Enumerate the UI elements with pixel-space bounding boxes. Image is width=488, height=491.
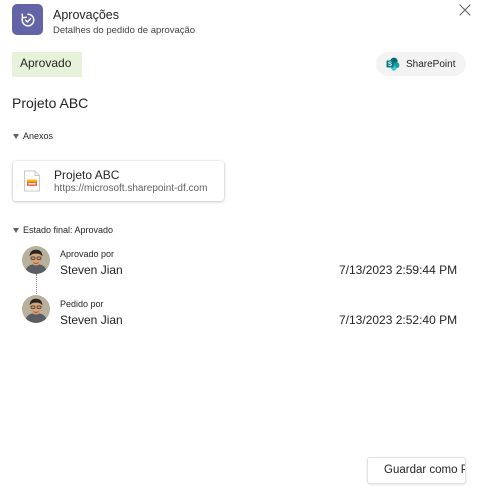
save-as-pdf-button[interactable]: Guardar como PDF <box>367 457 466 484</box>
svg-text:S: S <box>388 62 392 68</box>
attachments-section-toggle[interactable]: Anexos <box>13 131 53 141</box>
app-subtitle: Detalhes do pedido de aprovação <box>53 25 196 36</box>
final-state-section-toggle[interactable]: Estado final: Aprovado <box>13 225 113 235</box>
app-title: Aprovações <box>53 8 120 22</box>
step-requested-label: Pedido por <box>60 299 104 309</box>
step-approved-time: 7/13/2023 2:59:44 PM <box>339 263 458 277</box>
final-state-header: Estado final: Aprovado <box>23 225 114 235</box>
avatar <box>22 295 50 323</box>
step-requested-name: Steven Jian <box>60 313 123 327</box>
approvals-app-icon <box>12 4 43 35</box>
sharepoint-button[interactable]: S SharePoint <box>376 52 466 76</box>
attachment-url: https://microsoft.sharepoint-df.com <box>54 183 208 194</box>
status-badge: Aprovado <box>12 52 82 77</box>
attachments-header: Anexos <box>23 131 54 141</box>
sharepoint-icon: S <box>386 57 400 71</box>
step-approved-label: Aprovado por <box>60 249 115 259</box>
step-requested-time: 7/13/2023 2:52:40 PM <box>339 313 458 327</box>
approvals-refresh-icon <box>20 12 34 27</box>
project-title: Projeto ABC <box>12 95 89 111</box>
sharepoint-label: SharePoint <box>406 58 456 70</box>
presentation-file-icon <box>24 170 40 192</box>
avatar <box>22 246 50 274</box>
attachment-card[interactable]: Projeto ABC https://microsoft.sharepoint… <box>13 161 224 201</box>
close-icon[interactable] <box>458 3 472 17</box>
attachment-name: Projeto ABC <box>54 168 120 182</box>
step-approved-name: Steven Jian <box>60 263 123 277</box>
chevron-down-icon <box>13 227 19 233</box>
user-avatar-image <box>22 246 50 274</box>
chevron-down-icon <box>13 133 19 139</box>
timeline-connector <box>36 274 37 296</box>
user-avatar-image <box>22 295 50 323</box>
